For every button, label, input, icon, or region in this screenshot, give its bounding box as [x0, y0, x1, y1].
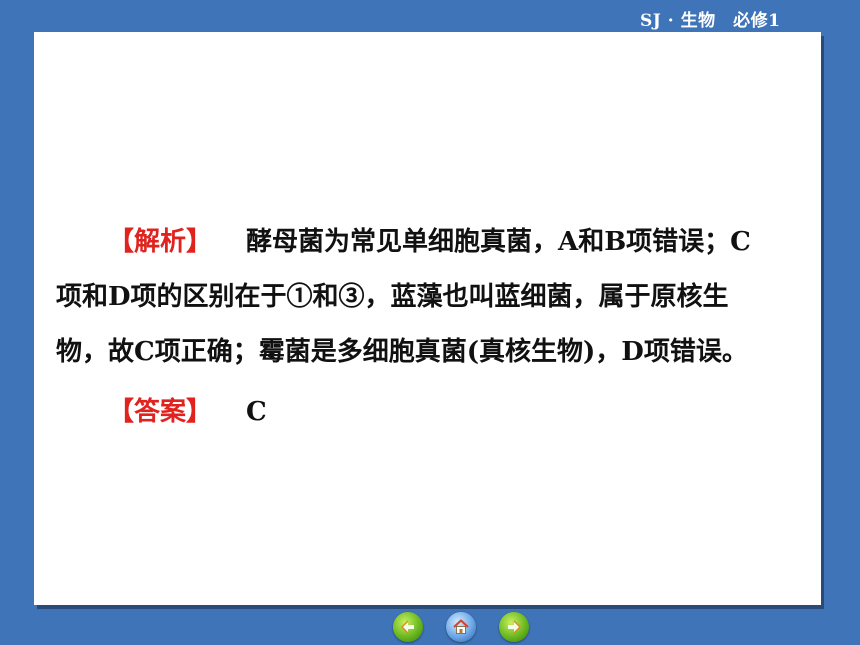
home-button[interactable] [446, 612, 476, 642]
answer-tag: 【答案】 [108, 397, 213, 427]
answer-value: C [246, 397, 267, 427]
answer-line: 【答案】 C [108, 385, 267, 440]
analysis-line-3: 物，故C项正确；霉菌是多细胞真菌(真核生物)，D项错误。 [56, 337, 748, 367]
next-arrow-icon [508, 620, 521, 634]
course-label: SJ · 生物 必修1 [640, 11, 781, 31]
analysis-line-2: 项和D项的区别在于①和③，蓝藻也叫蓝细菌，属于原核生 [56, 282, 729, 312]
content-card: 【解析】 酵母菌为常见单细胞真菌，A和B项错误；C 项和D项的区别在于①和③，蓝藻… [34, 32, 821, 605]
analysis-line-1: 【解析】 酵母菌为常见单细胞真菌，A和B项错误；C [56, 215, 806, 270]
next-button[interactable] [499, 612, 529, 642]
prev-button[interactable] [393, 612, 423, 642]
analysis-tag: 【解析】 [108, 227, 213, 257]
home-icon [453, 619, 469, 634]
analysis-text-1: 酵母菌为常见单细胞真菌，A和B项错误；C [246, 227, 751, 257]
prev-arrow-icon [401, 620, 414, 634]
slide-navigation [393, 612, 529, 642]
analysis-paragraph: 【解析】 酵母菌为常见单细胞真菌，A和B项错误；C 项和D项的区别在于①和③，蓝藻… [56, 215, 806, 380]
